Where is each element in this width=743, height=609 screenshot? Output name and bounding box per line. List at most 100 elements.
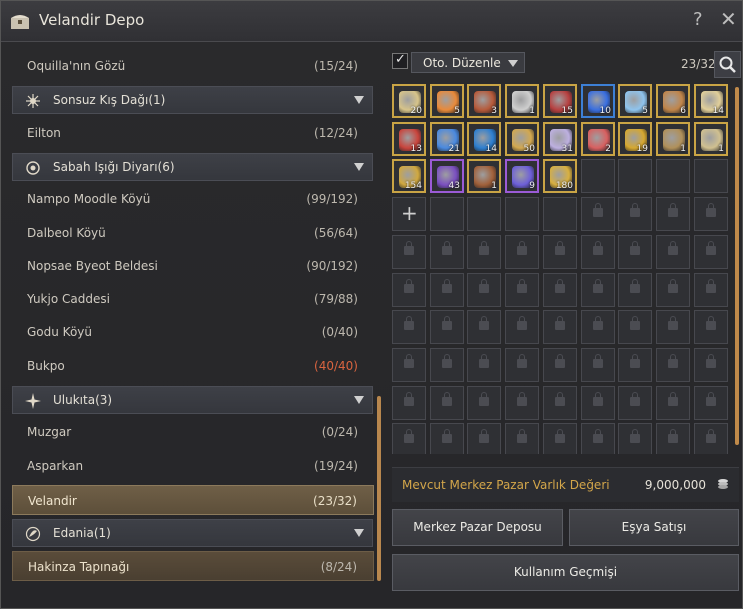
locked-slot[interactable]	[656, 386, 690, 420]
list-item[interactable]: Eilton (12/24)	[10, 118, 374, 148]
item-slot[interactable]: 31	[543, 122, 577, 156]
locked-slot[interactable]	[467, 423, 501, 454]
locked-slot[interactable]	[581, 235, 615, 269]
locked-slot[interactable]	[505, 423, 539, 454]
locked-slot[interactable]	[543, 348, 577, 382]
locked-slot[interactable]	[618, 310, 652, 344]
title-bar[interactable]: Velandir Depo ? ✕	[1, 1, 742, 42]
close-button[interactable]: ✕	[720, 7, 737, 31]
empty-slot[interactable]	[430, 197, 464, 231]
empty-slot[interactable]	[581, 159, 615, 193]
item-slot[interactable]: 10	[581, 84, 615, 118]
locked-slot[interactable]	[656, 423, 690, 454]
locked-slot[interactable]	[543, 310, 577, 344]
item-slot[interactable]: 21	[430, 122, 464, 156]
item-slot[interactable]: 13	[392, 122, 426, 156]
locked-slot[interactable]	[618, 386, 652, 420]
item-slot[interactable]: 43	[430, 159, 464, 193]
item-slot[interactable]: 1	[694, 122, 728, 156]
grid-scrollbar[interactable]	[735, 87, 739, 445]
item-slot[interactable]: 9	[505, 159, 539, 193]
locked-slot[interactable]	[430, 386, 464, 420]
empty-slot[interactable]	[543, 197, 577, 231]
locked-slot[interactable]	[430, 310, 464, 344]
group-header[interactable]: Ulukıta(3)	[12, 386, 373, 414]
empty-slot[interactable]	[505, 197, 539, 231]
locked-slot[interactable]	[543, 273, 577, 307]
locked-slot[interactable]	[581, 348, 615, 382]
locked-slot[interactable]	[694, 235, 728, 269]
item-slot[interactable]: 1	[467, 159, 501, 193]
locked-slot[interactable]	[430, 423, 464, 454]
group-header[interactable]: Sabah Işığı Diyarı(6)	[12, 153, 373, 181]
locked-slot[interactable]	[618, 197, 652, 231]
locked-slot[interactable]	[694, 348, 728, 382]
locked-slot[interactable]	[543, 423, 577, 454]
list-item[interactable]: Muzgar (0/24)	[10, 417, 374, 447]
locked-slot[interactable]	[656, 348, 690, 382]
locked-slot[interactable]	[581, 423, 615, 454]
locked-slot[interactable]	[656, 273, 690, 307]
list-item[interactable]: Godu Köyü (0/40)	[10, 317, 374, 347]
locked-slot[interactable]	[430, 273, 464, 307]
list-scrollbar[interactable]	[377, 396, 381, 581]
list-item[interactable]: Bukpo (40/40)	[10, 351, 374, 381]
sort-dropdown[interactable]: Oto. Düzenle	[411, 52, 525, 73]
locked-slot[interactable]	[505, 310, 539, 344]
locked-slot[interactable]	[581, 310, 615, 344]
group-header[interactable]: Edania(1)	[12, 519, 373, 547]
locked-slot[interactable]	[581, 197, 615, 231]
locked-slot[interactable]	[505, 386, 539, 420]
locked-slot[interactable]	[392, 235, 426, 269]
market-storage-button[interactable]: Merkez Pazar Deposu	[392, 509, 563, 546]
item-sale-button[interactable]: Eşya Satışı	[569, 509, 739, 546]
item-slot[interactable]: 50	[505, 122, 539, 156]
locked-slot[interactable]	[618, 348, 652, 382]
item-slot[interactable]: 180	[543, 159, 577, 193]
locked-slot[interactable]	[618, 235, 652, 269]
empty-slot[interactable]	[656, 159, 690, 193]
list-item[interactable]: Nopsae Byeot Beldesi (90/192)	[10, 251, 374, 281]
locked-slot[interactable]	[543, 386, 577, 420]
list-item-selected[interactable]: Velandir (23/32)	[12, 485, 374, 515]
locked-slot[interactable]	[505, 235, 539, 269]
list-item[interactable]: Asparkan (19/24)	[10, 451, 374, 481]
list-item[interactable]: Hakinza Tapınağı (8/24)	[12, 551, 374, 581]
locked-slot[interactable]	[581, 386, 615, 420]
list-item[interactable]: Dalbeol Köyü (56/64)	[10, 218, 374, 248]
item-slot[interactable]: 20	[392, 84, 426, 118]
locked-slot[interactable]	[694, 423, 728, 454]
item-slot[interactable]: 1	[505, 84, 539, 118]
locked-slot[interactable]	[656, 197, 690, 231]
item-slot[interactable]: 1	[656, 122, 690, 156]
locked-slot[interactable]	[392, 423, 426, 454]
expand-slot[interactable]: +	[392, 197, 426, 231]
item-slot[interactable]: 5	[618, 84, 652, 118]
locked-slot[interactable]	[543, 235, 577, 269]
item-slot[interactable]: 154	[392, 159, 426, 193]
locked-slot[interactable]	[505, 273, 539, 307]
locked-slot[interactable]	[392, 310, 426, 344]
locked-slot[interactable]	[392, 348, 426, 382]
locked-slot[interactable]	[505, 348, 539, 382]
locked-slot[interactable]	[430, 235, 464, 269]
locked-slot[interactable]	[467, 235, 501, 269]
group-header[interactable]: Sonsuz Kış Dağı(1)	[12, 86, 373, 114]
locked-slot[interactable]	[656, 235, 690, 269]
list-item[interactable]: Nampo Moodle Köyü (99/192)	[10, 184, 374, 214]
list-item[interactable]: Oquilla'nın Gözü (15/24)	[10, 51, 374, 81]
locked-slot[interactable]	[656, 310, 690, 344]
empty-slot[interactable]	[467, 197, 501, 231]
locked-slot[interactable]	[694, 386, 728, 420]
locked-slot[interactable]	[694, 197, 728, 231]
usage-history-button[interactable]: Kullanım Geçmişi	[392, 554, 739, 591]
locked-slot[interactable]	[467, 310, 501, 344]
locked-slot[interactable]	[581, 273, 615, 307]
item-slot[interactable]: 5	[430, 84, 464, 118]
item-slot[interactable]: 2	[581, 122, 615, 156]
item-slot[interactable]: 15	[543, 84, 577, 118]
help-button[interactable]: ?	[693, 9, 703, 30]
item-slot[interactable]: 3	[467, 84, 501, 118]
locked-slot[interactable]	[467, 348, 501, 382]
locked-slot[interactable]	[694, 310, 728, 344]
